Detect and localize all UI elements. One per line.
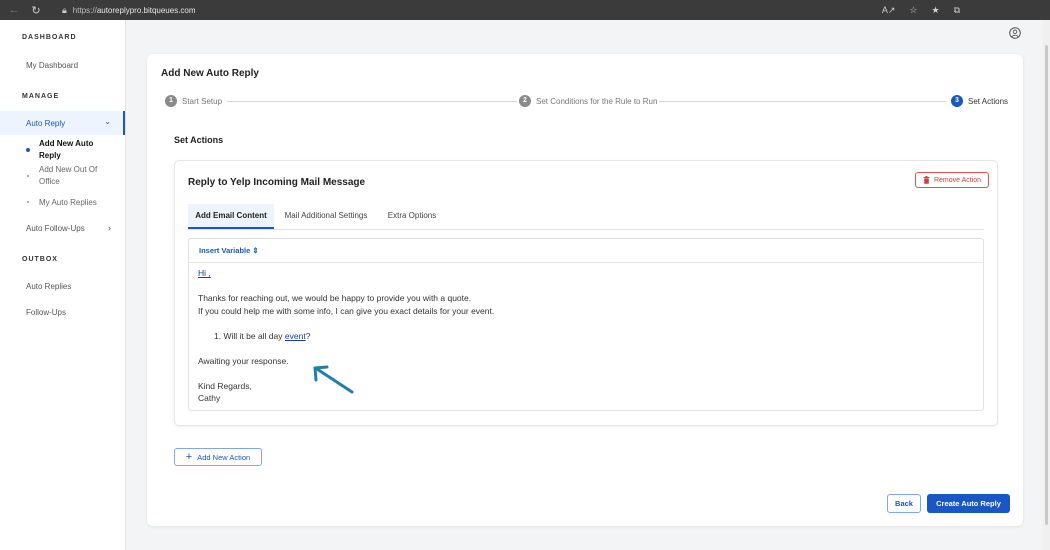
create-auto-reply-button[interactable]: Create Auto Reply	[927, 494, 1010, 513]
back-arrow-icon[interactable]: ←	[6, 4, 22, 16]
lock-icon[interactable]: 🔒︎	[62, 5, 67, 16]
sidebar-item-auto-replies[interactable]: Auto Replies	[26, 282, 71, 291]
step-1-circle[interactable]: 1	[165, 95, 177, 107]
trash-icon	[923, 176, 930, 184]
bullet-icon	[27, 175, 29, 177]
sidebar-item-follow-ups[interactable]: Follow-Ups	[26, 308, 66, 317]
list-item: 1. Will it be all day event?	[214, 330, 494, 343]
body-line: Thanks for reaching out, we would be hap…	[198, 293, 472, 303]
sidebar-section-dashboard: DASHBOARD	[22, 34, 77, 41]
stepper-line	[659, 101, 946, 102]
body-line: If you could help me with some info, I c…	[198, 305, 495, 316]
email-editor[interactable]: Insert Variable ⇕ Hi , Thanks for reachi…	[188, 238, 984, 411]
scrollbar-thumb[interactable]	[1045, 45, 1048, 525]
tab-add-email-content[interactable]: Add Email Content	[188, 204, 274, 229]
greeting-punct: ,	[206, 268, 211, 278]
step-1-label[interactable]: Start Setup	[182, 97, 222, 106]
list-end: ?	[305, 330, 311, 341]
add-new-action-label: Add New Action	[197, 452, 251, 462]
annotation-arrow-icon	[313, 365, 354, 394]
insert-variable-dropdown[interactable]: Insert Variable ⇕	[199, 246, 259, 255]
stepper-line	[227, 101, 517, 102]
add-favorite-icon[interactable]: ☆	[909, 5, 917, 16]
sort-arrows-icon: ⇕	[252, 246, 259, 255]
sidebar-item-auto-reply[interactable]: Auto Reply ⌄	[0, 111, 125, 135]
step-3-circle[interactable]: 3	[951, 95, 963, 107]
sidebar-item-auto-follow-ups[interactable]: Auto Follow-Ups	[26, 224, 85, 233]
step-2-circle[interactable]: 2	[519, 95, 531, 107]
sidebar-section-outbox: OUTBOX	[22, 256, 58, 263]
list-text: Will it be all day	[223, 330, 285, 341]
address-bar[interactable]: https://autoreplypro.bitqueues.com	[73, 6, 196, 15]
wizard-card: Add New Auto Reply 1 Start Setup 2 Set C…	[147, 54, 1023, 526]
sidebar: DASHBOARD My Dashboard MANAGE Auto Reply…	[0, 20, 126, 550]
insert-variable-label: Insert Variable	[199, 246, 251, 255]
sidebar-section-manage: MANAGE	[22, 93, 60, 100]
section-title: Set Actions	[174, 135, 224, 145]
action-panel: Reply to Yelp Incoming Mail Message Remo…	[174, 160, 998, 426]
url-host: autoreplypro.bitqueues.com	[96, 5, 196, 15]
plus-icon: +	[185, 450, 193, 463]
chevron-right-icon[interactable]: ›	[108, 223, 111, 233]
tab-mail-additional-settings[interactable]: Mail Additional Settings	[276, 204, 376, 229]
tab-extra-options[interactable]: Extra Options	[378, 204, 446, 229]
step-2-label[interactable]: Set Conditions for the Rule to Run	[536, 97, 657, 106]
bullet-icon	[27, 201, 29, 203]
favorites-icon[interactable]: ★	[931, 5, 939, 16]
action-title: Reply to Yelp Incoming Mail Message	[188, 177, 366, 188]
sidebar-subitem-add-new-out-of-office[interactable]: Add New Out Of Office	[39, 164, 109, 188]
browser-toolbar: ← ↻ 🔒︎ https://autoreplypro.bitqueues.co…	[0, 0, 1050, 20]
url-prefix: https://	[72, 5, 97, 15]
list-number: 1.	[214, 330, 222, 341]
add-new-action-button[interactable]: + Add New Action	[174, 448, 262, 466]
sidebar-subitem-my-auto-replies[interactable]: My Auto Replies	[39, 197, 109, 209]
greeting-line: Hi ,	[198, 267, 494, 280]
remove-action-button[interactable]: Remove Action	[915, 172, 989, 188]
back-button[interactable]: Back	[887, 494, 921, 513]
chevron-down-icon: ⌄	[104, 117, 111, 126]
page-title: Add New Auto Reply	[161, 68, 259, 79]
step-3-label[interactable]: Set Actions	[968, 97, 1008, 106]
event-variable[interactable]: event	[285, 331, 306, 341]
read-aloud-icon[interactable]: A↗	[882, 5, 896, 16]
remove-action-label: Remove Action	[933, 176, 982, 184]
editor-toolbar: Insert Variable ⇕	[189, 239, 983, 263]
sidebar-item-my-dashboard[interactable]: My Dashboard	[26, 61, 78, 70]
active-dot-icon	[26, 148, 30, 152]
action-tabs: Add Email Content Mail Additional Settin…	[188, 204, 984, 230]
collections-icon[interactable]: ⧉	[954, 5, 960, 16]
greeting-variable[interactable]: Hi	[198, 268, 206, 278]
user-account-icon[interactable]	[1009, 27, 1021, 39]
refresh-icon[interactable]: ↻	[28, 4, 44, 17]
sidebar-subitem-add-new-auto-reply[interactable]: Add New Auto Reply	[39, 138, 109, 162]
sidebar-item-label: Auto Reply	[26, 119, 66, 128]
browser-actions: A↗ ☆ ★ ⧉	[882, 0, 960, 20]
